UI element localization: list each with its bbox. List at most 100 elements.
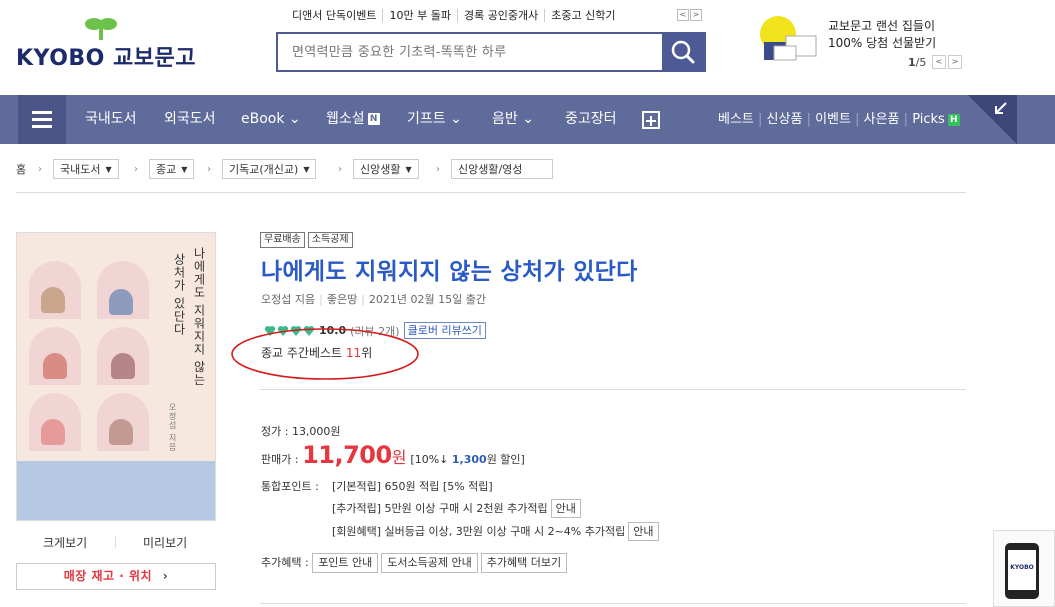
nav-item-gift[interactable]: 기프트 ⌄ xyxy=(407,95,462,144)
points-extra-row: [추가적립] 5만원 이상 구매 시 2천원 추가적립 안내 xyxy=(332,499,581,518)
promo-pager: 1/5 xyxy=(908,56,926,69)
nav-right-picks[interactable]: Picks xyxy=(912,112,945,127)
breadcrumb-sep: › xyxy=(38,163,42,175)
divider xyxy=(115,536,116,548)
chevron-left-icon[interactable]: < xyxy=(932,55,946,69)
phone-icon: KYOBO xyxy=(1005,543,1039,599)
discount-amount: 1,300 xyxy=(451,453,487,466)
product-publisher[interactable]: 좋은땅 xyxy=(327,293,357,306)
nav-item-music[interactable]: 음반 ⌄ xyxy=(492,95,534,144)
stock-label: 매장 재고 · 위치 xyxy=(63,569,153,583)
breadcrumb-item-faith-life[interactable]: 신앙생활 ▼ xyxy=(353,159,419,179)
nav-item-domestic[interactable]: 국내도서 xyxy=(85,95,137,144)
cover-figure xyxy=(109,419,133,445)
sale-label: 판매가 : xyxy=(261,453,303,466)
search-input[interactable] xyxy=(278,34,664,70)
breadcrumb-label: 종교 xyxy=(156,163,177,176)
cover-figure xyxy=(111,353,135,379)
preview-button[interactable]: 미리보기 xyxy=(143,534,187,551)
breadcrumb-item-spirituality[interactable]: 신앙생활/영성 xyxy=(451,159,554,179)
nav-item-webnovel[interactable]: 웹소설 N xyxy=(326,95,380,144)
breadcrumb-item-religion[interactable]: 종교 ▼ xyxy=(149,159,195,179)
quick-link[interactable]: 초중고 신학기 xyxy=(545,9,621,22)
tag-free-shipping: 무료배송 xyxy=(260,232,305,248)
promo-page-total: /5 xyxy=(915,56,927,69)
widget-logo: KYOBO xyxy=(1010,564,1034,571)
product-title: 나에게도 지워지지 않는 상처가 있단다 xyxy=(261,259,638,285)
tax-deduction-guide-button[interactable]: 도서소득공제 안내 xyxy=(381,553,478,573)
kyobo-logo[interactable]: KYOBO 교보문고 xyxy=(16,16,196,71)
promo-coupon-image[interactable] xyxy=(756,14,820,66)
chevron-left-icon[interactable]: < xyxy=(677,9,689,21)
quick-link[interactable]: 경록 공인중개사 xyxy=(458,9,546,22)
product-tags: 무료배송 소득공제 xyxy=(260,232,353,248)
new-badge: N xyxy=(367,113,380,125)
tag-tax-deduction: 소득공제 xyxy=(307,232,353,248)
more-benefits-button[interactable]: 추가혜택 더보기 xyxy=(480,553,568,573)
logo-text: KYOBO 교보문고 xyxy=(16,46,196,71)
book-cover[interactable]: 나에게도 지워지지 않는 상처가 있단다 오정섭 지음 xyxy=(16,232,216,521)
plus-icon[interactable] xyxy=(642,111,660,129)
benefit-label: 추가혜택 : xyxy=(261,556,313,569)
breadcrumb-sep: › xyxy=(134,163,138,175)
chevron-right-icon: › xyxy=(162,569,169,583)
breadcrumb-home[interactable]: 홈 xyxy=(16,159,26,179)
promo-line: 100% 당첨 선물받기 xyxy=(828,36,937,50)
nav-label: 기프트 xyxy=(407,111,446,127)
breadcrumb-item-domestic[interactable]: 국내도서 ▼ xyxy=(53,159,119,179)
quick-links: 디앤서 단독이벤트 10만 부 돌파 경록 공인중개사 초중고 신학기 xyxy=(286,9,622,22)
quick-link[interactable]: 10만 부 돌파 xyxy=(383,9,458,22)
breadcrumb-sep: › xyxy=(207,163,211,175)
mobile-app-widget[interactable]: KYOBO xyxy=(993,530,1055,607)
breadcrumb: 종교 ▼ xyxy=(149,159,195,179)
points-label: 통합포인트 : xyxy=(261,480,319,493)
divider xyxy=(260,603,966,604)
product-meta: 오정섭 지음 | 좋은땅 | 2021년 02월 15일 출간 xyxy=(261,293,486,306)
cover-band xyxy=(17,461,215,520)
points-extra: [추가적립] 5만원 이상 구매 시 2천원 추가적립 xyxy=(332,502,548,515)
store-stock-button[interactable]: 매장 재고 · 위치 › xyxy=(16,563,216,590)
sale-unit: 원 xyxy=(391,448,407,467)
search-button[interactable] xyxy=(662,34,704,70)
menu-button[interactable] xyxy=(18,95,66,144)
caret-down-icon: ▼ xyxy=(181,164,188,174)
point-guide-button[interactable]: 포인트 안내 xyxy=(312,553,379,573)
highlight-ellipse xyxy=(231,328,419,380)
breadcrumb-item-christian[interactable]: 기독교(개신교) ▼ xyxy=(222,159,317,179)
points-member-row: [회원혜택] 실버등급 이상, 3만원 이상 구매 시 2~4% 추가적립 안내 xyxy=(332,522,659,541)
collapse-corner-icon[interactable] xyxy=(968,95,1017,144)
breadcrumb-label: 국내도서 xyxy=(60,163,101,176)
nav-item-ebook[interactable]: eBook ⌄ xyxy=(241,95,301,144)
nav-right-gift[interactable]: 사은품 xyxy=(864,112,900,127)
points-member-guide-button[interactable]: 안내 xyxy=(628,522,659,541)
caret-down-icon: ▼ xyxy=(303,164,310,174)
list-price: 정가 : 13,000원 xyxy=(261,425,341,438)
nav-right-best[interactable]: 베스트 xyxy=(718,112,754,127)
chevron-down-icon: ⌄ xyxy=(522,111,534,127)
phone-screen: KYOBO xyxy=(1008,550,1036,590)
points-member: [회원혜택] 실버등급 이상, 3만원 이상 구매 시 2~4% 추가적립 xyxy=(332,525,626,538)
nav-item-used[interactable]: 중고장터 xyxy=(565,95,617,144)
nav-right-event[interactable]: 이벤트 xyxy=(815,112,851,127)
breadcrumb-label: 신앙생활 xyxy=(360,163,401,176)
points-extra-guide-button[interactable]: 안내 xyxy=(550,499,581,518)
cover-title: 나에게도 지워지지 않는 xyxy=(192,247,206,387)
nav-item-foreign[interactable]: 외국도서 xyxy=(164,95,216,144)
quick-link[interactable]: 디앤서 단독이벤트 xyxy=(286,9,384,22)
promo-text[interactable]: 교보문고 랜선 집들이 100% 당첨 선물받기 xyxy=(828,18,936,52)
product-author[interactable]: 오정섭 지음 xyxy=(261,293,315,306)
product-page: { "header": { "logo_text": "KYOBO 교보문고",… xyxy=(0,0,1055,607)
benefit-row: 추가혜택 : 포인트 안내 도서소득공제 안내 추가혜택 더보기 xyxy=(261,553,570,573)
enlarge-button[interactable]: 크게보기 xyxy=(43,534,87,551)
chevron-right-icon[interactable]: > xyxy=(690,9,702,21)
sale-price-row: 판매가 : 11,700원 [10%↓ 1,300원 할인] xyxy=(261,441,525,469)
search-icon xyxy=(671,40,695,64)
search-box xyxy=(276,32,706,72)
caret-down-icon: ▼ xyxy=(405,164,412,174)
breadcrumb-sep: › xyxy=(338,163,342,175)
nav-right-new[interactable]: 신상품 xyxy=(767,112,803,127)
sprout-icon xyxy=(85,18,117,40)
nav-label: eBook xyxy=(241,111,285,127)
nav-right-links: 베스트 | 신상품 | 이벤트 | 사은품 | Picks H xyxy=(718,95,960,144)
chevron-right-icon[interactable]: > xyxy=(948,55,962,69)
